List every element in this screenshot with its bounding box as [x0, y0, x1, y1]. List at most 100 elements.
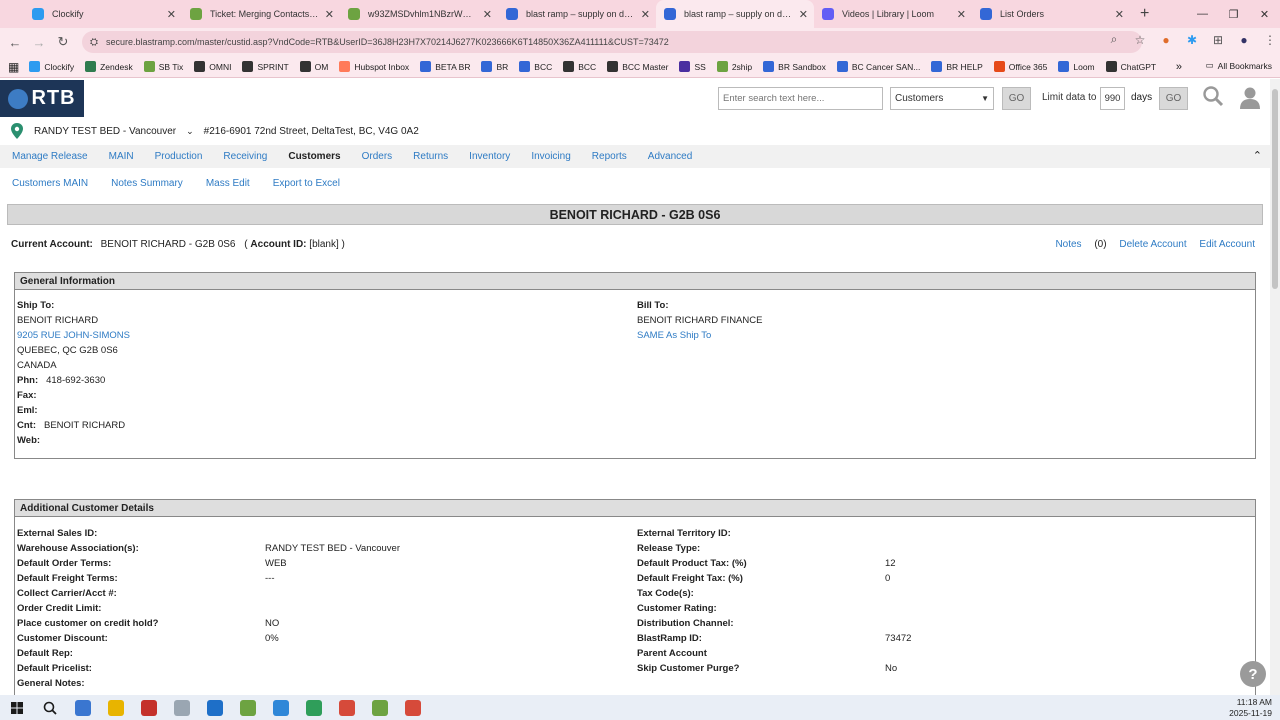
delete-account-link[interactable]: Delete Account — [1119, 239, 1186, 250]
taskbar-app[interactable] — [165, 695, 198, 720]
bookmark-item[interactable]: BETA BR — [420, 61, 470, 72]
start-button[interactable] — [0, 695, 33, 720]
taskbar-app[interactable] — [231, 695, 264, 720]
bookmark-item[interactable]: ChatGPT — [1105, 61, 1156, 72]
taskbar-app[interactable] — [264, 695, 297, 720]
extensions-puzzle-icon[interactable]: ⊞ — [1208, 33, 1228, 47]
taskbar-app[interactable] — [66, 695, 99, 720]
close-tab-icon[interactable]: ✕ — [483, 8, 492, 21]
browser-tab[interactable]: Clockify ✕ — [24, 0, 182, 28]
page-scrollbar[interactable] — [1270, 79, 1280, 695]
bookmark-item[interactable]: BC Cancer SAN... — [836, 61, 920, 72]
search-icon[interactable] — [1202, 85, 1224, 107]
extension2-icon[interactable]: ✱ — [1182, 33, 1202, 47]
taskbar-app[interactable] — [99, 695, 132, 720]
taskbar-app[interactable] — [330, 695, 363, 720]
nav-item[interactable]: Manage Release — [12, 151, 88, 162]
scrollbar-thumb[interactable] — [1272, 89, 1278, 289]
browser-tab[interactable]: Videos | Library | Loom ✕ — [814, 0, 972, 28]
taskbar-app[interactable] — [396, 695, 429, 720]
subnav-item[interactable]: Mass Edit — [206, 178, 250, 189]
close-tab-icon[interactable]: ✕ — [1115, 8, 1124, 21]
bookmark-item[interactable]: BR Sandbox — [763, 61, 826, 72]
ship-street-link[interactable]: 9205 RUE JOHN-SIMONS — [17, 330, 130, 341]
reload-icon[interactable]: ↻ — [51, 34, 75, 50]
nav-item[interactable]: Returns — [413, 151, 448, 162]
taskbar-app[interactable] — [363, 695, 396, 720]
taskbar-app[interactable] — [297, 695, 330, 720]
nav-item[interactable]: Receiving — [223, 151, 267, 162]
subnav-item[interactable]: Notes Summary — [111, 178, 183, 189]
browser-tab[interactable]: Ticket: Merging Contacts – Blast✕ — [182, 0, 340, 28]
subnav-item[interactable]: Customers MAIN — [12, 178, 88, 189]
rtb-logo[interactable]: RTB — [0, 80, 84, 117]
help-icon[interactable]: ? — [1240, 661, 1266, 687]
bookmark-item[interactable]: OMNI — [194, 61, 231, 72]
bookmark-item[interactable]: Hubspot Inbox — [339, 61, 409, 72]
close-window-icon[interactable]: ✕ — [1249, 0, 1280, 28]
close-tab-icon[interactable]: ✕ — [325, 8, 334, 21]
forward-icon[interactable]: → — [27, 35, 51, 50]
nav-item[interactable]: Reports — [592, 151, 627, 162]
profile-avatar-icon[interactable]: ● — [1234, 33, 1254, 47]
bookmark-item[interactable]: BR — [481, 61, 508, 72]
taskbar-app[interactable] — [198, 695, 231, 720]
warehouse-chevron-icon[interactable]: ⌄ — [186, 126, 194, 137]
maximize-icon[interactable]: ❐ — [1218, 0, 1249, 28]
extension-icon[interactable]: ● — [1156, 33, 1176, 47]
nav-item[interactable]: Orders — [362, 151, 393, 162]
close-tab-icon[interactable]: ✕ — [167, 8, 176, 21]
back-icon[interactable]: ← — [3, 35, 27, 50]
taskbar-search-button[interactable] — [33, 695, 66, 720]
close-tab-icon[interactable]: ✕ — [799, 8, 808, 21]
warehouse-selector[interactable]: RANDY TEST BED - Vancouver — [34, 126, 176, 137]
bookmark-item[interactable]: BCC — [519, 61, 552, 72]
limit-go-button[interactable]: GO — [1159, 87, 1188, 110]
bookmark-item[interactable]: SPRINT — [242, 61, 289, 72]
browser-tab[interactable]: blast ramp – supply on demand✕ — [498, 0, 656, 28]
browser-tab[interactable]: w93ZMSDvhlm1NBzrWDtK51V✕ — [340, 0, 498, 28]
system-clock[interactable]: 11:18 AM 2025-11-19 — [1229, 697, 1272, 719]
bill-same-as-ship-link[interactable]: SAME As Ship To — [637, 330, 711, 341]
bookmark-item[interactable]: Office 365 — [993, 61, 1047, 72]
subnav-item[interactable]: Export to Excel — [273, 178, 340, 189]
bookmark-star-icon[interactable]: ☆ — [1130, 33, 1150, 47]
apps-grid-icon[interactable]: ▦ — [8, 60, 19, 74]
all-bookmarks-button[interactable]: ▭ All Bookmarks — [1206, 60, 1272, 71]
nav-item[interactable]: Advanced — [648, 151, 692, 162]
collapse-nav-icon[interactable]: ⌃ — [1253, 149, 1262, 162]
bookmark-item[interactable]: BCC — [563, 61, 596, 72]
site-info-icon[interactable]: ⛭ — [90, 37, 98, 48]
user-account-icon[interactable] — [1238, 85, 1262, 109]
nav-item[interactable]: Production — [155, 151, 203, 162]
limit-days-input[interactable]: 990 — [1100, 87, 1125, 110]
notes-link[interactable]: Notes (0) — [1045, 239, 1106, 250]
new-tab-button[interactable]: + — [1130, 0, 1159, 28]
bookmark-item[interactable]: BCC Master — [607, 61, 668, 72]
nav-item[interactable]: Invoicing — [531, 151, 570, 162]
bookmark-item[interactable]: SB Tix — [143, 61, 183, 72]
close-tab-icon[interactable]: ✕ — [641, 8, 650, 21]
nav-item[interactable]: Inventory — [469, 151, 510, 162]
browser-tab[interactable]: blast ramp – supply on demand✕ — [656, 0, 814, 28]
bookmark-item[interactable]: OM — [299, 61, 328, 72]
nav-item[interactable]: MAIN — [109, 151, 134, 162]
browser-tab[interactable]: List Orders ✕ — [972, 0, 1130, 28]
search-scope-select[interactable]: Customers ▼ — [890, 87, 994, 110]
minimize-icon[interactable]: — — [1187, 0, 1218, 28]
nav-item[interactable]: Customers — [288, 151, 340, 162]
bookmark-item[interactable]: Loom — [1058, 61, 1095, 72]
url-bar[interactable]: ⛭ secure.blastramp.com/master/custid.asp… — [82, 31, 1142, 53]
search-input[interactable] — [718, 87, 883, 110]
bookmark-item[interactable]: SS — [679, 61, 706, 72]
bookmark-item[interactable]: BR HELP — [931, 61, 983, 72]
bookmark-item[interactable]: Clockify — [29, 61, 74, 72]
edit-account-link[interactable]: Edit Account — [1199, 239, 1255, 250]
browser-menu-icon[interactable]: ⋮ — [1260, 33, 1280, 47]
taskbar-app[interactable] — [132, 695, 165, 720]
search-go-button[interactable]: GO — [1002, 87, 1031, 110]
close-tab-icon[interactable]: ✕ — [957, 8, 966, 21]
zoom-icon[interactable]: ⌕ — [1104, 32, 1124, 47]
more-bookmarks-icon[interactable]: » — [1176, 61, 1182, 73]
bookmark-item[interactable]: Zendesk — [85, 61, 133, 72]
